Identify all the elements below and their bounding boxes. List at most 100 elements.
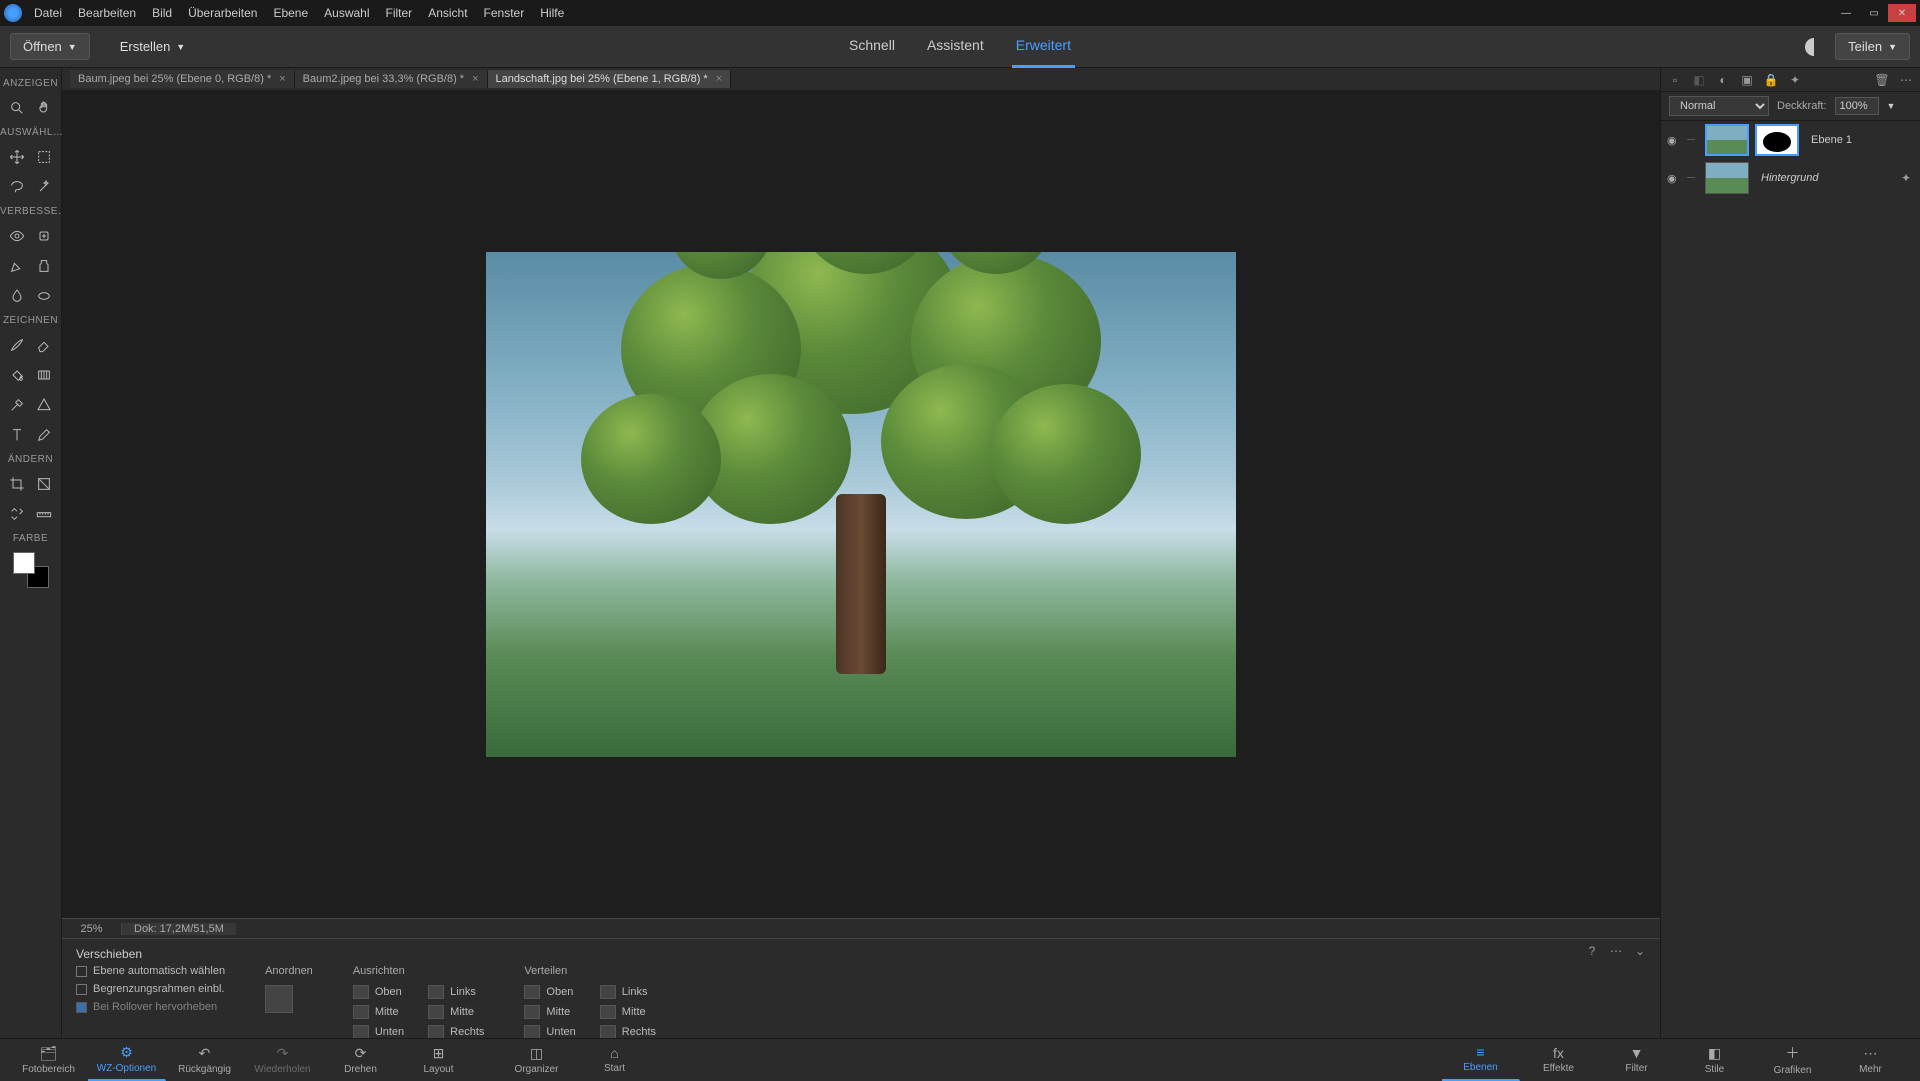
redo-button[interactable]: ↷Wiederholen: [244, 1039, 322, 1081]
photo-bin-button[interactable]: 🗂Fotobereich: [10, 1039, 88, 1081]
dist-left-button[interactable]: Links: [600, 985, 656, 999]
trash-icon[interactable]: 🗑: [1874, 72, 1890, 88]
align-top-button[interactable]: Oben: [353, 985, 404, 999]
move-tool-icon[interactable]: [5, 145, 29, 169]
dist-center-button[interactable]: Mitte: [600, 1005, 656, 1019]
home-button[interactable]: ⌂Start: [576, 1039, 654, 1081]
layer-mask-thumbnail[interactable]: [1755, 124, 1799, 156]
canvas[interactable]: [486, 252, 1236, 757]
dist-bottom-button[interactable]: Unten: [524, 1025, 575, 1039]
layer-name[interactable]: Ebene 1: [1811, 134, 1852, 146]
menu-view[interactable]: Ansicht: [428, 6, 467, 20]
visibility-icon[interactable]: ◉: [1667, 134, 1681, 147]
new-layer-icon[interactable]: ▫: [1667, 72, 1683, 88]
spot-heal-tool-icon[interactable]: [32, 224, 56, 248]
marquee-tool-icon[interactable]: [32, 145, 56, 169]
align-left-button[interactable]: Links: [428, 985, 484, 999]
graphics-tab-button[interactable]: ＋Grafiken: [1754, 1039, 1832, 1081]
smart-brush-tool-icon[interactable]: [5, 254, 29, 278]
layers-tab-button[interactable]: ≡Ebenen: [1442, 1039, 1520, 1081]
content-aware-tool-icon[interactable]: [5, 502, 29, 526]
canvas-viewport[interactable]: [62, 90, 1660, 918]
minimize-icon[interactable]: —: [1832, 4, 1860, 22]
layer-row-1[interactable]: ◉ 𝄖 Hintergrund ✦: [1661, 159, 1920, 197]
align-center-button[interactable]: Mitte: [428, 1005, 484, 1019]
menu-window[interactable]: Fenster: [484, 6, 525, 20]
crop-tool-icon[interactable]: [5, 472, 29, 496]
sponge-tool-icon[interactable]: [32, 284, 56, 308]
straighten-tool-icon[interactable]: [32, 502, 56, 526]
rotate-button[interactable]: ⟳Drehen: [322, 1039, 400, 1081]
styles-tab-button[interactable]: ◧Stile: [1676, 1039, 1754, 1081]
blur-tool-icon[interactable]: [5, 284, 29, 308]
color-swatch[interactable]: [13, 552, 49, 588]
layer-row-0[interactable]: ◉ 𝄖 Ebene 1: [1661, 121, 1920, 159]
open-button[interactable]: Öffnen▼: [10, 33, 90, 60]
dist-middle-button[interactable]: Mitte: [524, 1005, 575, 1019]
opacity-input[interactable]: [1835, 97, 1879, 115]
menu-enhance[interactable]: Überarbeiten: [188, 6, 257, 20]
help-icon[interactable]: ?: [1584, 943, 1600, 959]
close-icon[interactable]: ×: [279, 73, 285, 85]
eye-tool-icon[interactable]: [5, 224, 29, 248]
close-icon[interactable]: ×: [472, 73, 478, 85]
dist-right-button[interactable]: Rechts: [600, 1025, 656, 1039]
menu-icon[interactable]: ⋯: [1608, 943, 1624, 959]
organizer-button[interactable]: ◫Organizer: [498, 1039, 576, 1081]
layer-thumbnail[interactable]: [1705, 162, 1749, 194]
dist-top-button[interactable]: Oben: [524, 985, 575, 999]
paint-bucket-tool-icon[interactable]: [5, 363, 29, 387]
layer-fx-icon[interactable]: ✦: [1898, 170, 1914, 186]
doc-tab-1[interactable]: Baum2.jpeg bei 33,3% (RGB/8) *×: [295, 70, 488, 88]
align-bottom-button[interactable]: Unten: [353, 1025, 404, 1039]
bounding-box-checkbox[interactable]: Begrenzungsrahmen einbl.: [76, 983, 225, 995]
menu-help[interactable]: Hilfe: [540, 6, 564, 20]
layout-button[interactable]: ⊞Layout: [400, 1039, 478, 1081]
menu-image[interactable]: Bild: [152, 6, 172, 20]
menu-select[interactable]: Auswahl: [324, 6, 369, 20]
more-tab-button[interactable]: ⋯Mehr: [1832, 1039, 1910, 1081]
link-icon[interactable]: 𝄖: [1687, 173, 1699, 184]
foreground-color-swatch[interactable]: [13, 552, 35, 574]
doc-tab-0[interactable]: Baum.jpeg bei 25% (Ebene 0, RGB/8) *×: [70, 70, 295, 88]
visibility-icon[interactable]: ◉: [1667, 172, 1681, 185]
chevron-down-icon[interactable]: ▼: [1887, 101, 1896, 111]
panel-menu-icon[interactable]: ⋯: [1898, 72, 1914, 88]
layer-thumbnail[interactable]: [1705, 124, 1749, 156]
collapse-icon[interactable]: ⌄: [1632, 943, 1648, 959]
tab-quick[interactable]: Schnell: [845, 25, 899, 68]
layer-name[interactable]: Hintergrund: [1761, 172, 1818, 184]
zoom-level[interactable]: 25%: [62, 923, 122, 935]
tab-expert[interactable]: Erweitert: [1012, 25, 1075, 68]
recompose-tool-icon[interactable]: [32, 472, 56, 496]
close-icon[interactable]: ×: [716, 73, 722, 85]
align-middle-button[interactable]: Mitte: [353, 1005, 404, 1019]
fx-icon[interactable]: ✦: [1787, 72, 1803, 88]
gradient-tool-icon[interactable]: [32, 363, 56, 387]
blend-mode-select[interactable]: Normal: [1669, 96, 1769, 116]
hand-tool-icon[interactable]: [32, 96, 56, 120]
close-icon[interactable]: ✕: [1888, 4, 1916, 22]
link-icon[interactable]: 𝄖: [1687, 135, 1699, 146]
arrange-icon[interactable]: [265, 985, 293, 1013]
brush-tool-icon[interactable]: [5, 333, 29, 357]
text-tool-icon[interactable]: [5, 423, 29, 447]
share-button[interactable]: Teilen▼: [1835, 33, 1910, 60]
menu-file[interactable]: Datei: [34, 6, 62, 20]
lasso-tool-icon[interactable]: [5, 175, 29, 199]
lock-icon[interactable]: 🔒: [1763, 72, 1779, 88]
undo-button[interactable]: ↶Rückgängig: [166, 1039, 244, 1081]
effects-tab-button[interactable]: fxEffekte: [1520, 1039, 1598, 1081]
shape-tool-icon[interactable]: [32, 393, 56, 417]
adjustment-layer-icon[interactable]: ◐: [1715, 72, 1731, 88]
magic-wand-tool-icon[interactable]: [32, 175, 56, 199]
auto-select-checkbox[interactable]: Ebene automatisch wählen: [76, 965, 225, 977]
eraser-tool-icon[interactable]: [32, 333, 56, 357]
doc-tab-2[interactable]: Landschaft.jpg bei 25% (Ebene 1, RGB/8) …: [488, 70, 732, 88]
create-button[interactable]: Erstellen▼: [108, 34, 198, 59]
align-right-button[interactable]: Rechts: [428, 1025, 484, 1039]
filter-tab-button[interactable]: ▼Filter: [1598, 1039, 1676, 1081]
menu-filter[interactable]: Filter: [386, 6, 413, 20]
tab-guided[interactable]: Assistent: [923, 25, 988, 68]
mask-icon[interactable]: ▣: [1739, 72, 1755, 88]
